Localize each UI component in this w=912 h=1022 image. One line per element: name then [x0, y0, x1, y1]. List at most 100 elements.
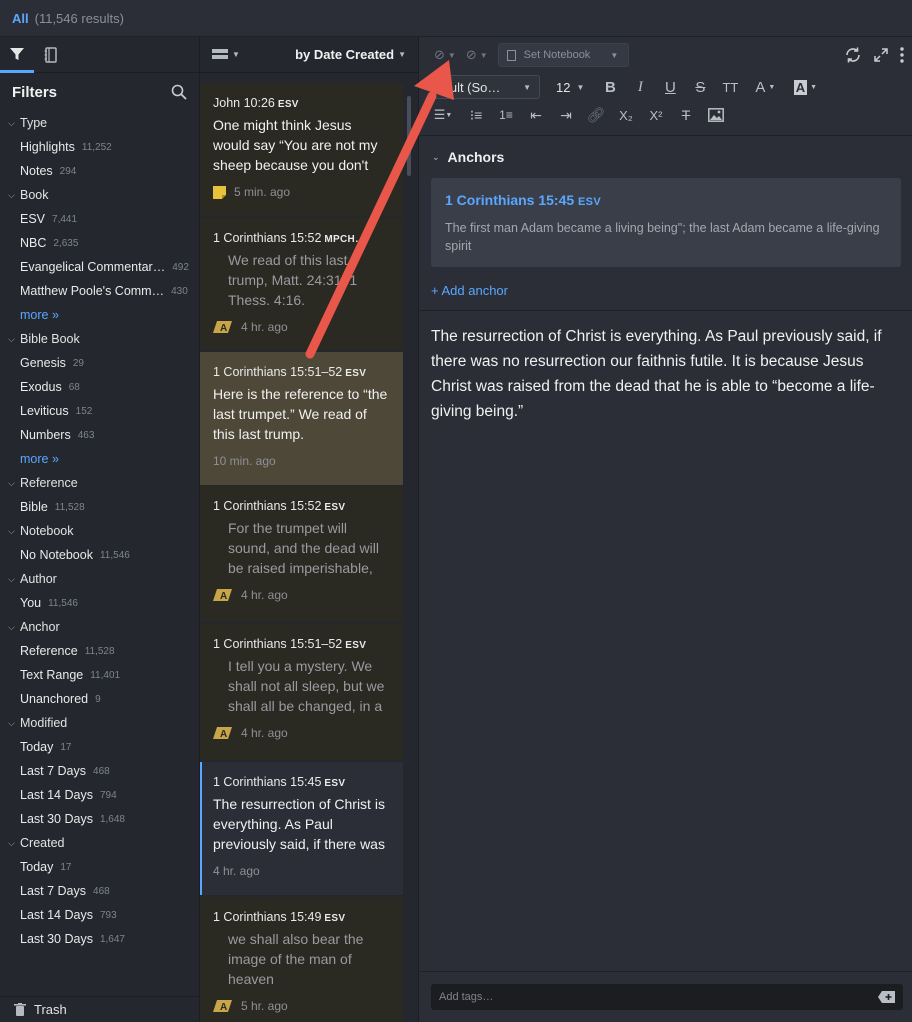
note-card[interactable]: 1 Corinthians 15:45 ESV The resurrection o…	[200, 762, 403, 895]
superscript-icon[interactable]: X²	[646, 105, 666, 125]
filter-section[interactable]: ⌵ Book	[0, 183, 199, 207]
sync-icon[interactable]	[844, 46, 862, 64]
filter-item[interactable]: Last 30 Days 1,647	[0, 927, 199, 951]
link-icon[interactable]: 🔗︎	[586, 105, 606, 125]
filter-section[interactable]: ⌵ Created	[0, 831, 199, 855]
list-scrollbar[interactable]	[407, 96, 411, 176]
font-size-select[interactable]: 12 ▼	[550, 80, 590, 95]
align-icon[interactable]: ☰ ▼	[430, 105, 456, 125]
note-card[interactable]: 1 Corinthians 15:51–52 ESV Here is the ref…	[200, 352, 403, 485]
trash-icon	[14, 1003, 26, 1016]
note-card[interactable]: 1 Corinthians 15:49 ESV we shall also bear…	[200, 897, 403, 1022]
filter-item-label: Last 7 Days	[20, 884, 87, 898]
note-body[interactable]: The resurrection of Christ is everything…	[420, 311, 912, 437]
card-meta: 10 min. ago	[213, 454, 391, 468]
editor-window-controls	[844, 37, 904, 73]
note-icon	[213, 185, 226, 199]
numbered-list-icon[interactable]: 1≡	[496, 105, 516, 125]
sort-dropdown[interactable]: by Date Created ▼	[295, 47, 406, 62]
filter-section[interactable]: ⌵ Bible Book	[0, 327, 199, 351]
underline-icon[interactable]: U	[660, 77, 680, 97]
label-style-button[interactable]: ⊘ ▼	[434, 47, 456, 63]
tab-filters[interactable]	[0, 37, 34, 73]
filter-item[interactable]: Unanchored 9	[0, 687, 199, 711]
strikethrough-icon[interactable]: S	[690, 77, 710, 97]
bold-icon[interactable]: B	[600, 77, 620, 97]
filter-item[interactable]: Reference 11,528	[0, 639, 199, 663]
more-options-icon[interactable]	[900, 47, 904, 63]
filter-section[interactable]: ⌵ Type	[0, 111, 199, 135]
chevron-down-icon: ⌵	[8, 117, 15, 128]
add-anchor-link[interactable]: + Add anchor	[420, 267, 912, 310]
filter-item[interactable]: ESV 7,441	[0, 207, 199, 231]
filter-item[interactable]: Genesis 29	[0, 351, 199, 375]
card-meta: A 4 hr. ago	[213, 588, 391, 602]
set-notebook-button[interactable]: Set Notebook ▼	[497, 43, 630, 67]
italic-icon[interactable]: I	[630, 77, 650, 97]
tab-notebooks[interactable]	[34, 37, 68, 73]
anchor-reference-link[interactable]: 1 Corinthians 15:45 ESV	[445, 192, 887, 208]
filter-item[interactable]: Exodus 68	[0, 375, 199, 399]
text-color-icon[interactable]: A ▼	[750, 77, 780, 97]
filter-item[interactable]: Notes 294	[0, 159, 199, 183]
all-results-link[interactable]: All	[12, 11, 29, 26]
note-card[interactable]: 1 Corinthians 15:52 ESV For the trumpet wi…	[200, 486, 403, 622]
filter-item[interactable]: No Notebook 11,546	[0, 543, 199, 567]
filter-item[interactable]: Last 14 Days 793	[0, 903, 199, 927]
note-card[interactable]: 1 Corinthians 15:51–52 ESV I tell you a my…	[200, 624, 403, 760]
bullet-list-icon[interactable]: ⁝≡	[466, 105, 486, 125]
results-bar: All (11,546 results)	[0, 0, 912, 37]
filter-item-count: 11,528	[54, 501, 85, 513]
filter-section[interactable]: ⌵ Modified	[0, 711, 199, 735]
add-tag-icon[interactable]	[877, 990, 897, 1004]
chevron-down-icon: ▼	[610, 50, 619, 60]
insert-image-icon[interactable]	[706, 105, 726, 125]
filter-section[interactable]: ⌵ Notebook	[0, 519, 199, 543]
filter-section-label: Book	[20, 188, 49, 202]
note-card[interactable]: John 10:26 ESV One might think Jesus would…	[200, 83, 403, 216]
filter-item[interactable]: Last 30 Days 1,648	[0, 807, 199, 831]
filter-item[interactable]: Evangelical Commentar… 492	[0, 255, 199, 279]
filter-item[interactable]: Last 7 Days 468	[0, 879, 199, 903]
filter-more-link[interactable]: more »	[0, 447, 199, 471]
chevron-down-icon: ⌄	[432, 151, 440, 162]
font-family-select[interactable]: fault (So… ▼	[430, 75, 540, 99]
filter-item[interactable]: Highlights 11,252	[0, 135, 199, 159]
filter-section[interactable]: ⌵ Reference	[0, 471, 199, 495]
filter-item[interactable]: Today 17	[0, 855, 199, 879]
expand-icon[interactable]	[874, 48, 888, 62]
anchor-card[interactable]: 1 Corinthians 15:45 ESV The first man Ad…	[431, 178, 901, 267]
outdent-icon[interactable]: ⇤	[526, 105, 546, 125]
anchor-text: The first man Adam became a living being…	[445, 221, 880, 253]
filter-more-link[interactable]: more »	[0, 303, 199, 327]
filter-item-label: You	[20, 596, 42, 610]
note-card[interactable]: 1 Corinthians 15:52 MPCH… We read of this …	[200, 218, 403, 350]
filter-section[interactable]: ⌵ Anchor	[0, 615, 199, 639]
filter-item[interactable]: Numbers 463	[0, 423, 199, 447]
card-version: ESV	[345, 640, 367, 651]
tags-input[interactable]: Add tags…	[431, 984, 903, 1010]
card-excerpt: We read of this last trump, Matt. 24:31;…	[228, 252, 358, 308]
highlight-color-icon[interactable]: A ▼	[790, 77, 820, 97]
filter-item[interactable]: Last 7 Days 468	[0, 759, 199, 783]
indent-icon[interactable]: ⇥	[556, 105, 576, 125]
filter-section[interactable]: ⌵ Author	[0, 567, 199, 591]
filter-item[interactable]: Matthew Poole's Comm… 430	[0, 279, 199, 303]
clear-format-icon[interactable]: T	[676, 105, 696, 125]
filter-item[interactable]: Today 17	[0, 735, 199, 759]
filter-item[interactable]: You 11,546	[0, 591, 199, 615]
filter-item[interactable]: Bible 11,528	[0, 495, 199, 519]
text-case-icon[interactable]: TT	[720, 77, 740, 97]
view-mode-button[interactable]: ▼	[212, 48, 240, 61]
trash-button[interactable]: Trash	[0, 996, 199, 1022]
card-reference: 1 Corinthians 15:49 ESV	[213, 910, 391, 924]
subscript-icon[interactable]: X₂	[616, 105, 636, 125]
filter-item-label: Bible	[20, 500, 48, 514]
filter-item[interactable]: Last 14 Days 794	[0, 783, 199, 807]
color-style-button[interactable]: ⊘ ▼	[466, 47, 488, 63]
anchors-section-header[interactable]: ⌄ Anchors	[420, 136, 912, 165]
filter-item[interactable]: NBC 2,635	[0, 231, 199, 255]
filter-item[interactable]: Leviticus 152	[0, 399, 199, 423]
search-icon[interactable]	[171, 84, 187, 100]
filter-item[interactable]: Text Range 11,401	[0, 663, 199, 687]
